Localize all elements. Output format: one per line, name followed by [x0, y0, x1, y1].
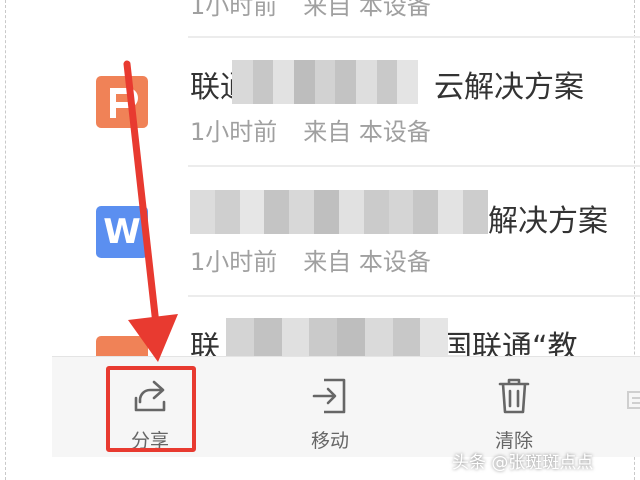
annotation-highlight-box [106, 366, 196, 452]
screenshot-frame: 1小时前来自 本设备 联通云解决方案 1小时前来自 本设备 W 解决方案 [0, 0, 640, 480]
annotation-arrow [123, 60, 178, 362]
watermark-text: 头条 @张斑斑点点 [452, 453, 594, 473]
